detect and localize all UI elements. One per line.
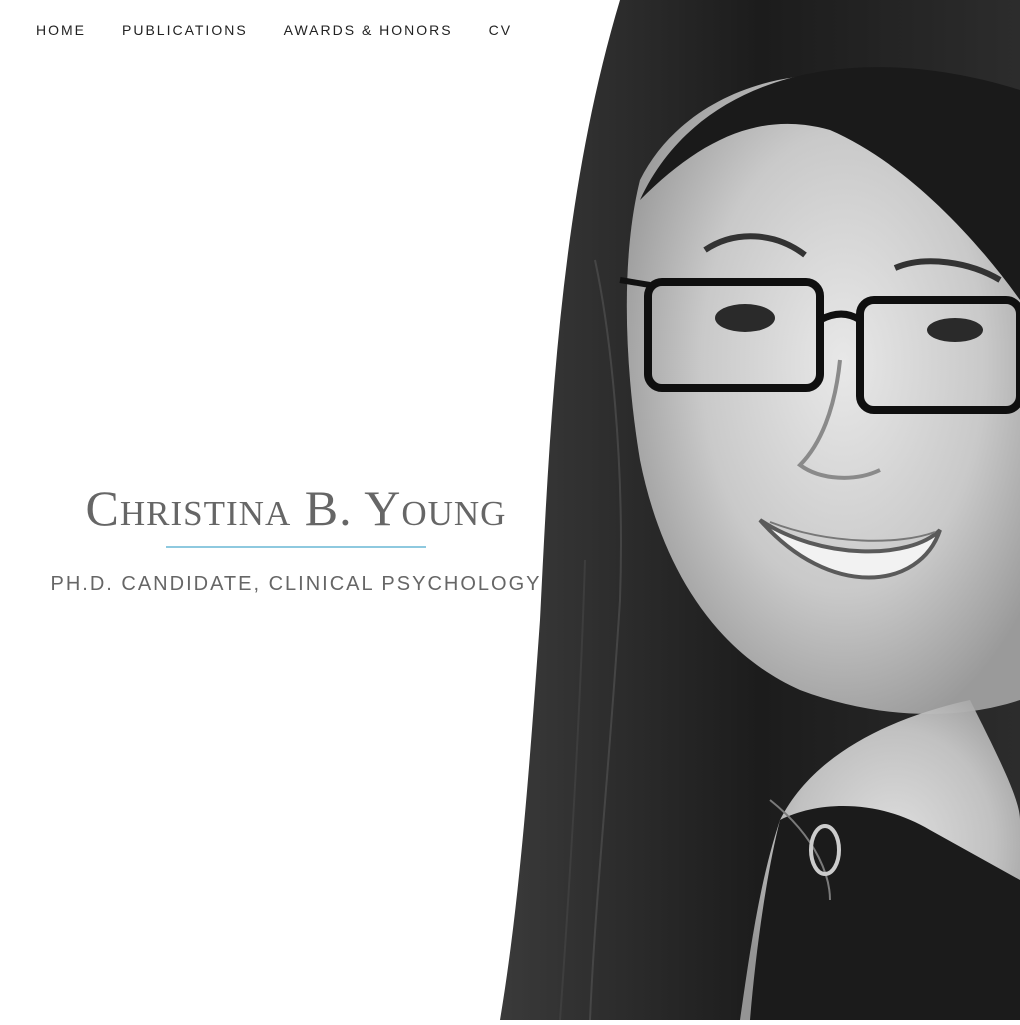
accent-divider: [166, 546, 426, 548]
nav-item-awards-honors[interactable]: AWARDS & HONORS: [284, 20, 453, 40]
page-subtitle: PH.D. CANDIDATE, CLINICAL PSYCHOLOGY: [50, 573, 542, 595]
nav-item-home[interactable]: HOME: [36, 20, 86, 40]
nav-item-cv[interactable]: CV: [489, 20, 512, 40]
page-title: Christina B. Young: [85, 480, 507, 536]
portrait-illustration: [500, 0, 1020, 1021]
nav-item-publications[interactable]: PUBLICATIONS: [122, 20, 248, 40]
portrait-photo: [500, 0, 1020, 1021]
top-navigation: HOME PUBLICATIONS AWARDS & HONORS CV: [36, 20, 548, 40]
hero-section: Christina B. Young PH.D. CANDIDATE, CLIN…: [36, 476, 556, 598]
